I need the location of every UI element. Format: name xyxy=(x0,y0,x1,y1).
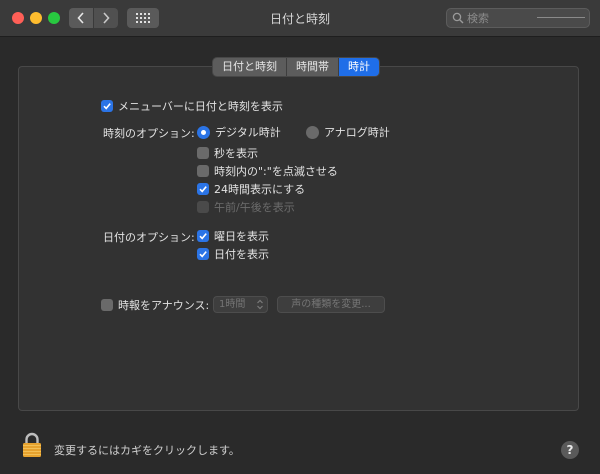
analog-clock-option[interactable]: アナログ時計 xyxy=(306,124,390,140)
tab-clock[interactable]: 時計 xyxy=(339,58,379,76)
search-input[interactable] xyxy=(467,10,577,26)
checkmark-icon xyxy=(199,251,207,258)
analog-clock-radio[interactable] xyxy=(306,125,319,139)
checkmark-icon xyxy=(199,233,207,240)
announce-interval-select[interactable]: 1時間 xyxy=(213,296,268,313)
tab-date-time[interactable]: 日付と時刻 xyxy=(213,58,287,76)
show-ampm-row: 午前/午後を表示 xyxy=(197,199,295,215)
digital-clock-option[interactable]: デジタル時計 xyxy=(197,124,281,140)
search-icon xyxy=(452,12,464,24)
flash-separators-checkbox[interactable] xyxy=(197,165,209,177)
show-seconds-label: 秒を表示 xyxy=(214,147,258,160)
date-options-label: 日付のオプション: xyxy=(103,231,195,244)
search-divider xyxy=(537,17,585,18)
show-weekday-row[interactable]: 曜日を表示 xyxy=(197,228,269,244)
change-voice-button[interactable]: 声の種類を変更... xyxy=(277,296,385,313)
window: 日付と時刻 日付と時刻 時間帯 時計 メニューバーに日付と時刻を表示 時刻のオプ… xyxy=(0,0,600,474)
checkmark-icon xyxy=(199,186,207,193)
search-field[interactable] xyxy=(446,8,590,28)
analog-clock-label: アナログ時計 xyxy=(324,126,390,139)
announce-row[interactable]: 時報をアナウンス: xyxy=(101,297,209,313)
show-date-checkbox[interactable] xyxy=(197,248,209,260)
lock-message: 変更するにはカギをクリックします。 xyxy=(54,444,240,457)
show-date-label: 日付を表示 xyxy=(214,248,269,261)
digital-clock-label: デジタル時計 xyxy=(215,126,281,139)
announce-checkbox[interactable] xyxy=(101,299,113,311)
announce-interval-value: 1時間 xyxy=(219,299,246,310)
use-24-hour-row[interactable]: 24時間表示にする xyxy=(197,181,305,197)
digital-clock-radio[interactable] xyxy=(197,125,210,139)
help-icon: ? xyxy=(566,443,574,457)
lock-icon[interactable] xyxy=(22,432,42,458)
flash-separators-label: 時刻内の":"を点滅させる xyxy=(214,165,338,178)
title-bar: 日付と時刻 xyxy=(0,0,600,37)
show-seconds-row[interactable]: 秒を表示 xyxy=(197,145,258,161)
show-ampm-checkbox xyxy=(197,201,209,213)
tab-time-zone[interactable]: 時間帯 xyxy=(287,58,339,76)
updown-arrows-icon xyxy=(257,299,263,310)
checkmark-icon xyxy=(103,103,111,110)
show-seconds-checkbox[interactable] xyxy=(197,147,209,159)
show-weekday-checkbox[interactable] xyxy=(197,230,209,242)
flash-separators-row[interactable]: 時刻内の":"を点滅させる xyxy=(197,163,338,179)
show-ampm-label: 午前/午後を表示 xyxy=(214,201,295,214)
show-in-menubar-checkbox[interactable] xyxy=(101,100,113,112)
use-24-hour-checkbox[interactable] xyxy=(197,183,209,195)
show-date-row[interactable]: 日付を表示 xyxy=(197,246,269,262)
time-options-label: 時刻のオプション: xyxy=(103,127,195,140)
help-button[interactable]: ? xyxy=(561,441,579,459)
announce-label: 時報をアナウンス: xyxy=(118,299,210,312)
show-weekday-label: 曜日を表示 xyxy=(214,230,269,243)
use-24-hour-label: 24時間表示にする xyxy=(214,183,306,196)
show-in-menubar-row[interactable]: メニューバーに日付と時刻を表示 xyxy=(101,98,283,114)
show-in-menubar-label: メニューバーに日付と時刻を表示 xyxy=(118,100,283,113)
tab-bar: 日付と時刻 時間帯 時計 xyxy=(213,58,379,76)
